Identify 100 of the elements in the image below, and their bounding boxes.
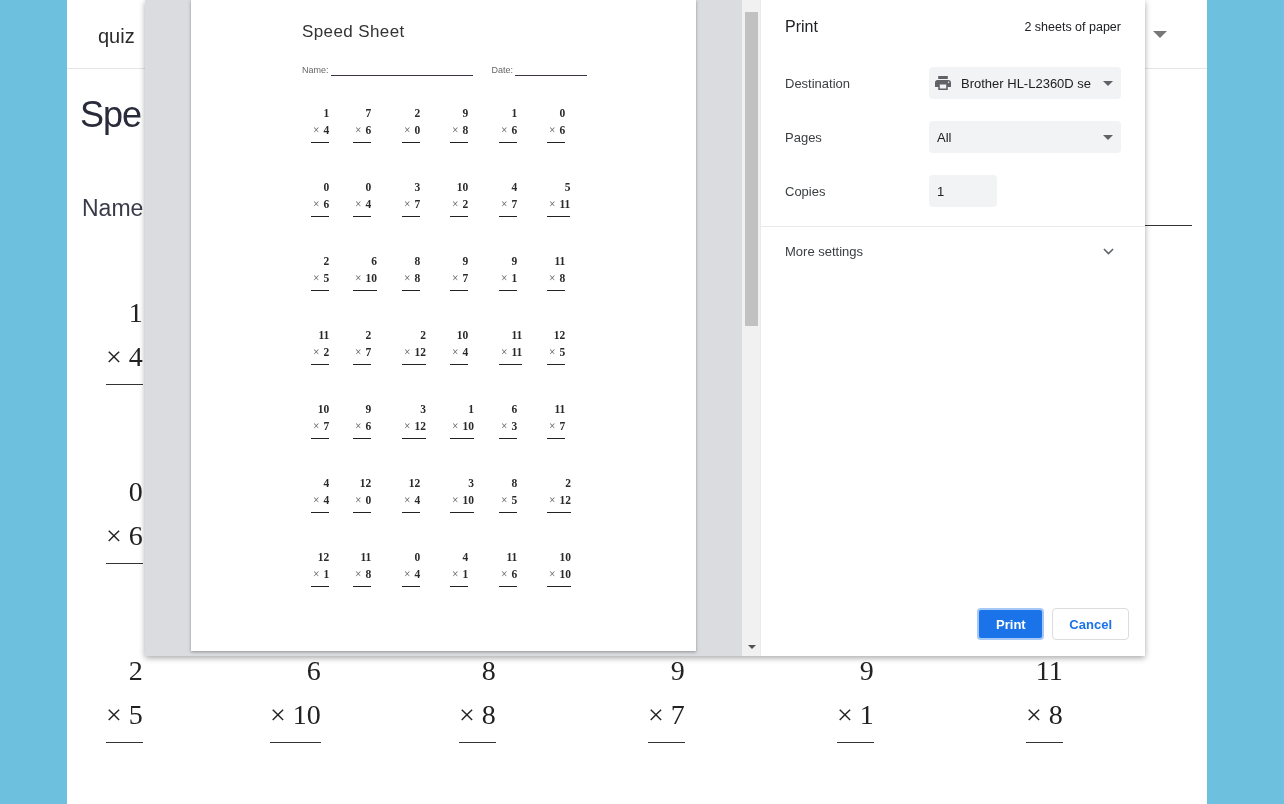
bottom-number: 10	[365, 271, 377, 286]
bottom-number: 11	[559, 197, 571, 212]
answer-line	[499, 290, 518, 291]
bottom-number: 12	[414, 345, 426, 360]
top-number: 8	[510, 476, 518, 491]
cancel-button[interactable]: Cancel	[1052, 608, 1129, 640]
name-label: Name:	[302, 64, 329, 76]
top-number: 9	[510, 254, 518, 269]
logo-text: quiz	[98, 24, 135, 48]
top-number: 11	[553, 402, 566, 417]
answer-line	[353, 438, 372, 439]
bottom-number: 6	[323, 197, 330, 212]
bottom-number: 10	[559, 567, 571, 582]
times-sign: ×	[270, 698, 286, 732]
answer-line	[450, 586, 469, 587]
scroll-down-icon[interactable]	[748, 645, 756, 649]
setting-label: Copies	[785, 183, 827, 199]
times-sign: ×	[549, 345, 556, 360]
bottom-number: 10	[462, 493, 474, 508]
bottom-number: 0	[365, 493, 372, 508]
bottom-number: 6	[559, 123, 566, 138]
top-number: 0	[364, 180, 372, 195]
top-number: 4	[510, 180, 518, 195]
answer-line	[402, 290, 421, 291]
times-sign: ×	[106, 698, 122, 732]
scrollbar-thumb[interactable]	[745, 12, 758, 326]
bottom-number: 6	[365, 419, 372, 434]
caret-icon[interactable]	[1153, 30, 1167, 38]
top-number: 4	[322, 476, 330, 491]
times-sign: ×	[313, 123, 320, 138]
top-number: 9	[461, 254, 469, 269]
times-sign: ×	[404, 567, 411, 582]
times-sign: ×	[501, 345, 508, 360]
times-sign: ×	[549, 493, 556, 508]
bottom-number: 8	[1048, 698, 1063, 732]
times-sign: ×	[452, 345, 459, 360]
answer-line	[450, 512, 474, 513]
top-number: 11	[317, 328, 330, 343]
top-number: 2	[564, 476, 571, 491]
bottom-number: 12	[414, 419, 426, 434]
top-number: 5	[563, 180, 571, 195]
answer-line	[547, 216, 571, 217]
scrollbar[interactable]	[742, 0, 760, 656]
times-sign: ×	[313, 197, 320, 212]
times-sign: ×	[404, 123, 411, 138]
bottom-number: 6	[365, 123, 372, 138]
times-sign: ×	[549, 419, 556, 434]
print-button[interactable]: Print	[977, 608, 1045, 640]
top-number: 3	[467, 476, 474, 491]
top-number: 10	[316, 402, 330, 417]
pages-select[interactable]: All	[929, 121, 1121, 153]
top-number: 1	[322, 106, 330, 121]
bottom-number: 1	[859, 698, 874, 732]
answer-line	[547, 438, 566, 439]
bottom-number: 1	[462, 567, 469, 582]
top-number: 0	[413, 550, 421, 565]
bottom-number: 2	[323, 345, 330, 360]
times-sign: ×	[313, 493, 320, 508]
answer-line	[311, 142, 330, 143]
name-fill-line[interactable]	[1145, 225, 1192, 226]
bottom-number: 4	[414, 493, 421, 508]
caret-icon	[1103, 80, 1113, 86]
times-sign: ×	[501, 493, 508, 508]
answer-line	[547, 512, 571, 513]
top-number: 2	[322, 254, 330, 269]
answer-line	[450, 364, 469, 365]
answer-line	[311, 216, 330, 217]
sheet-count: 2 sheets of paper	[1024, 20, 1121, 34]
answer-line	[499, 586, 518, 587]
more-settings-toggle[interactable]: More settings	[761, 226, 1145, 275]
top-number: 2	[364, 328, 372, 343]
bottom-number: 12	[559, 493, 571, 508]
bottom-number: 10	[292, 698, 321, 732]
times-sign: ×	[404, 197, 411, 212]
times-sign: ×	[404, 493, 411, 508]
times-sign: ×	[1026, 698, 1042, 732]
destination-select[interactable]: Brother HL-L2360D se	[929, 67, 1121, 99]
top-number: 12	[316, 550, 330, 565]
answer-line	[353, 216, 372, 217]
answer-line	[547, 586, 571, 587]
caret-icon	[1103, 134, 1113, 140]
top-number: 4	[461, 550, 469, 565]
times-sign: ×	[355, 493, 362, 508]
top-number: 9	[364, 402, 372, 417]
times-sign: ×	[404, 419, 411, 434]
answer-line	[353, 364, 372, 365]
times-sign: ×	[106, 340, 122, 374]
bottom-number: 4	[323, 493, 330, 508]
answer-line	[450, 438, 474, 439]
answer-line	[459, 742, 496, 743]
times-sign: ×	[648, 698, 664, 732]
answer-line	[106, 563, 143, 564]
bottom-number: 7	[511, 197, 518, 212]
answer-line	[353, 142, 372, 143]
bottom-number: 3	[511, 419, 518, 434]
top-number: 2	[419, 328, 426, 343]
copies-input[interactable]: 1	[929, 175, 997, 207]
answer-line	[106, 742, 143, 743]
top-number: 7	[364, 106, 372, 121]
bottom-number: 4	[462, 345, 469, 360]
